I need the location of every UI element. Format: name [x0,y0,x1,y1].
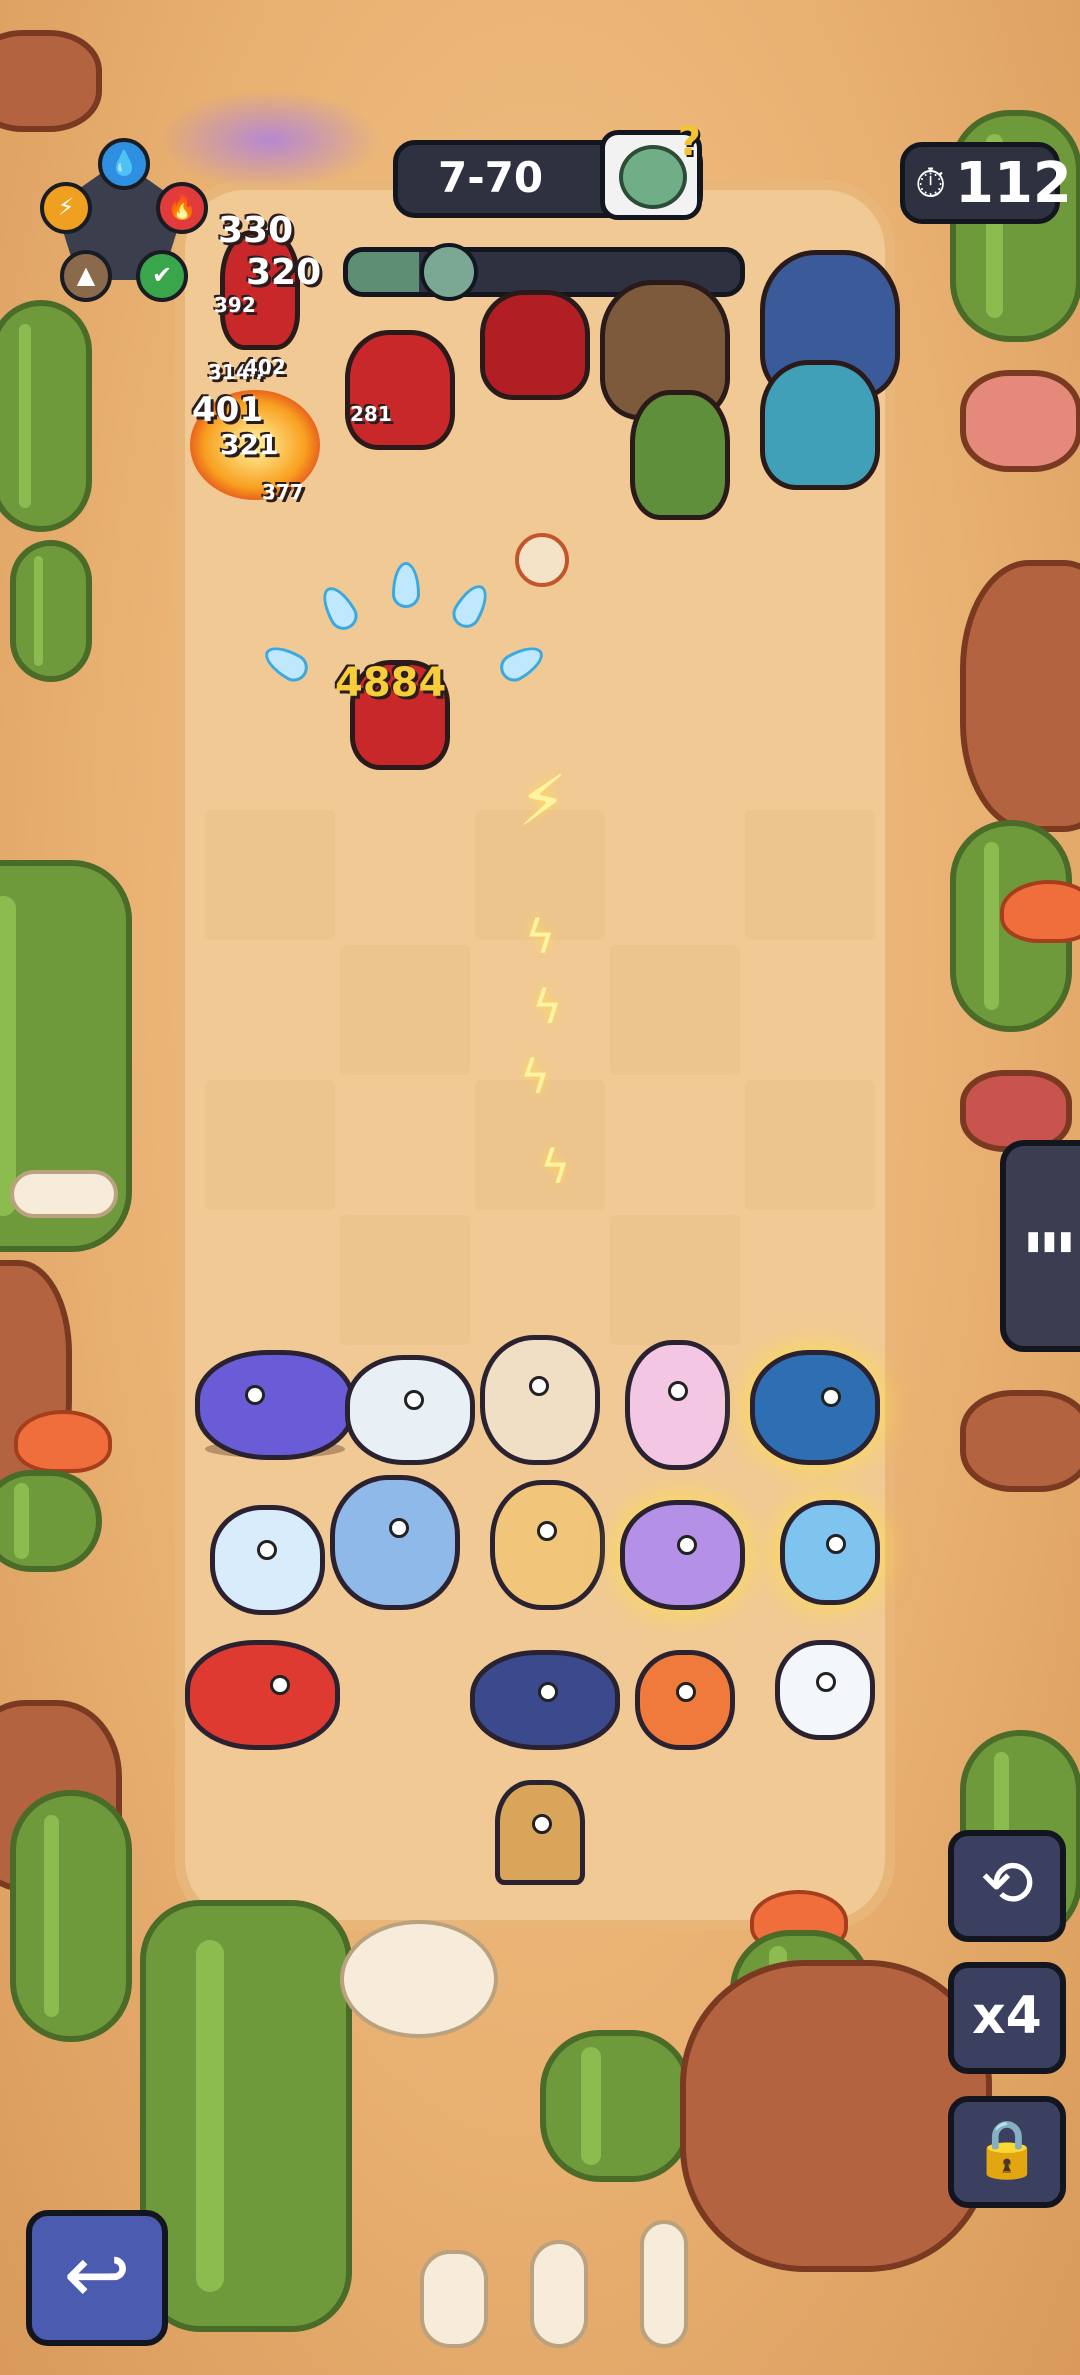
hero-cat-unit[interactable] [620,1500,745,1610]
rock [960,560,1080,832]
hero-yeti-unit[interactable] [345,1355,475,1465]
board-tile [610,1215,740,1345]
refresh-icon: ⟲ [980,1847,1034,1921]
stats-tab[interactable]: ▮▮▮ [1000,1140,1080,1352]
lightning-bolt: ⚡ [518,760,568,842]
hero-cloud-unit[interactable] [775,1640,875,1740]
timer-display: ⏱ 112 [900,142,1072,224]
bone [420,2250,488,2348]
rock [680,1960,992,2272]
board-tile [340,1215,470,1345]
enemy-zombie [345,330,455,450]
return-arrow-icon: ↩ [63,2228,131,2321]
cactus [140,1900,352,2332]
cactus [540,2030,692,2182]
damage-number: 281 [350,402,392,426]
board-tile [610,945,740,1075]
water-element-icon: 💧 [98,138,150,190]
damage-number: 320 [246,252,322,293]
rock [960,370,1080,472]
clay-pot [0,30,102,132]
hero-tiger-unit[interactable] [635,1650,735,1750]
caged-hero-unit[interactable] [495,1780,585,1885]
game-screen: { "hud": { "stage_label": "7-70", "timer… [0,0,1080,2375]
hero-fire-squirrel-unit[interactable] [185,1640,340,1750]
cactus [0,1470,102,1572]
poison-cloud [160,90,380,190]
hero-lizard-unit[interactable] [780,1500,880,1605]
lightning-bolt: ϟ [525,910,556,964]
board-tile [745,810,875,940]
bone [640,2220,688,2348]
lightning-bolt: ϟ [540,1140,571,1194]
cactus [0,300,92,532]
hero-ice-bear-unit[interactable] [330,1475,460,1610]
cactus [10,540,92,682]
hero-bull-unit[interactable] [490,1480,605,1610]
board-tile [340,945,470,1075]
bone [10,1170,118,1218]
hero-whale-unit[interactable] [470,1650,620,1750]
damage-number: 402 [244,355,286,379]
boss-preview-icon[interactable]: ? [600,119,702,220]
enemy-gunner-zombie [630,390,730,520]
damage-number: 330 [218,210,294,251]
lightning-bolt: ϟ [532,980,563,1034]
board-tile [745,1080,875,1210]
zombie-face [619,145,687,209]
wave-progress-fill [348,252,419,292]
lock-button[interactable]: 🔒 [948,2096,1066,2208]
back-button[interactable]: ↩ [26,2210,168,2346]
hero-ghost-unit[interactable] [210,1505,325,1615]
cactus [10,1790,132,2042]
skull [340,1920,498,2038]
cactus-flower [1000,880,1080,943]
nature-element-icon: ✔ [136,250,188,302]
board-tile [205,1080,335,1210]
hero-snake-unit[interactable] [480,1335,600,1465]
damage-number: 377 [262,480,304,504]
damage-number: 321 [220,428,279,461]
question-mark: ? [677,119,701,165]
speed-button[interactable]: x4 [948,1962,1066,2074]
hero-bird-unit[interactable] [750,1350,880,1465]
bone [530,2240,588,2348]
bar-chart-icon: ▮▮▮ [1026,1226,1075,1256]
projectile-orb [515,533,569,587]
clay-pot [960,1390,1080,1492]
stopwatch-icon: ⏱ [915,161,947,207]
board-tile [205,810,335,940]
cactus-flower [14,1410,112,1473]
lightning-element-icon: ⚡ [40,182,92,234]
hero-crab-unit[interactable] [195,1350,355,1460]
enemy-zombie [480,290,590,400]
damage-number: 392 [214,293,256,317]
timer-value: 112 [955,151,1072,216]
earth-element-icon: ▲ [60,250,112,302]
lock-icon: 🔒 [972,2117,1042,2182]
lightning-bolt: ϟ [520,1050,551,1104]
hero-mantis-unit[interactable] [625,1340,730,1470]
damage-number: 401 [192,390,263,430]
refresh-button[interactable]: ⟲ [948,1830,1066,1942]
enemy-zombie [760,360,880,490]
speed-label: x4 [972,1986,1042,2046]
stage-label: 7-70 [438,153,544,202]
zombie-progress-icon [420,243,478,301]
critical-damage-number: 4884 [335,660,447,706]
